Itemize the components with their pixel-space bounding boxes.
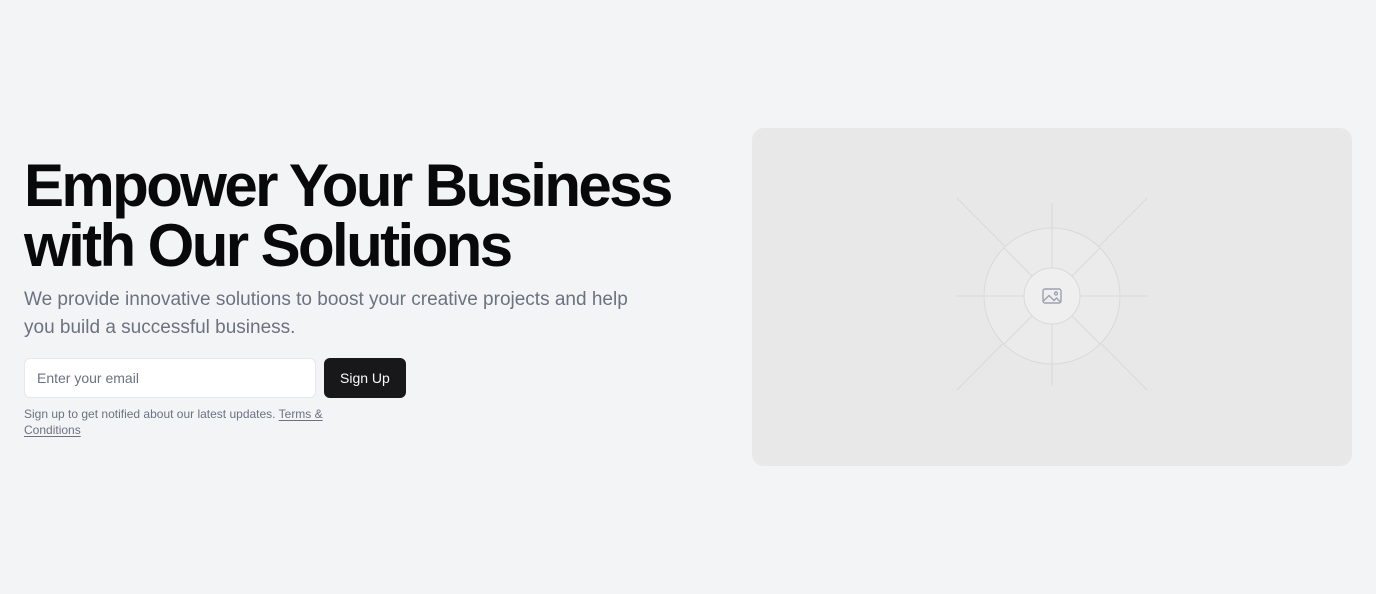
signup-form: Sign Up	[24, 358, 704, 398]
signup-button[interactable]: Sign Up	[324, 358, 406, 398]
headline-line-2: with Our Solutions	[24, 212, 513, 279]
hero-subtitle: We provide innovative solutions to boost…	[24, 289, 628, 338]
headline-line-1: Empower Your Business	[24, 152, 673, 219]
hero-headline: Empower Your Business with Our Solutions	[24, 156, 704, 276]
hero-content: Empower Your Business with Our Solutions…	[24, 156, 704, 438]
hero-image-placeholder	[752, 128, 1352, 466]
hero-section: Empower Your Business with Our Solutions…	[0, 0, 1376, 594]
image-placeholder-graphic	[956, 197, 1148, 391]
signup-note: Sign up to get notified about our latest…	[24, 406, 364, 438]
email-input[interactable]	[24, 358, 316, 398]
inner-circle	[1023, 267, 1081, 325]
signup-note-text: Sign up to get notified about our latest…	[24, 407, 279, 421]
